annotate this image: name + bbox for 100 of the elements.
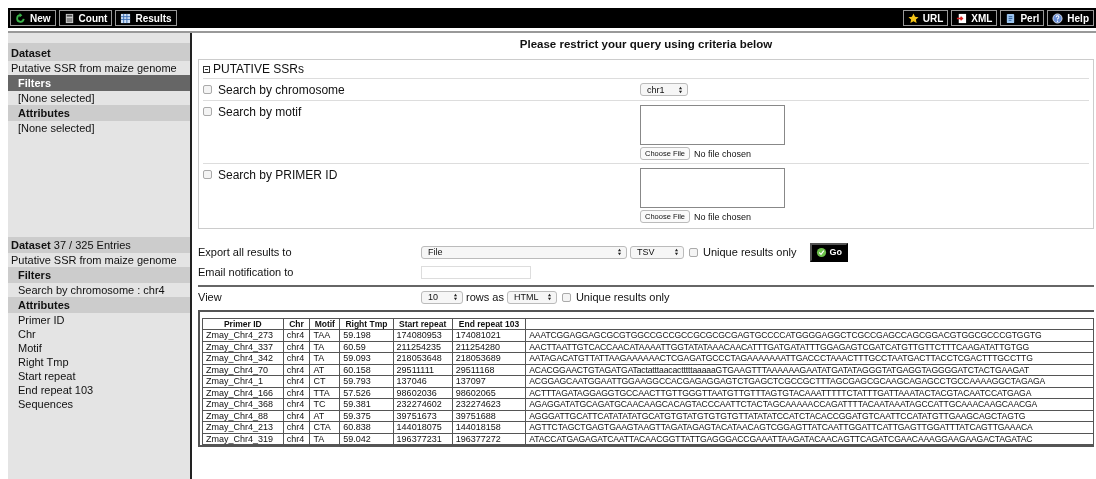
rows-as-label: rows as xyxy=(466,291,504,303)
table-cell: TA xyxy=(309,433,340,445)
updown-icon xyxy=(453,293,458,301)
collapse-icon[interactable] xyxy=(203,65,210,73)
attribute-item: Start repeat xyxy=(17,369,77,383)
check-icon xyxy=(815,246,827,258)
sequence-cell: ATACCATGAGAGATCAATTACAACGGTTATTGAGGGACCGAAATTAAGATACAACAGTTCAGATCGAACAAAGGAAGAAGACTAGATAC xyxy=(525,433,1094,445)
sequence-cell: AGAGGATATGCAGATGCAACAAGCACAGTACCCAATTCTACTAGCAAAAACCAGATTTTACAATAAATAGCCATTGCAAACAAGCAACGA xyxy=(525,398,1094,410)
column-header: Start repeat xyxy=(393,318,453,330)
sequence-cell: ACTTTAGATAGGAGGTGCCAACTTGTTGGGTTAATGTTGTTTAGTGTACAAATTTTTCTATTTGATTAAATACTACGTACAATCCATGAGA xyxy=(525,387,1094,399)
attributes-heading[interactable]: Attributes xyxy=(8,105,190,121)
table-cell: 218053648 xyxy=(393,352,453,364)
sequence-cell: AAATCGGAGGAGCGCGTGGCCGCCGCCGCGCGCGAGTGCCCCATGGGGAGGCTCGCCGAGCCAGCGGACGTGGCGCCCGTGGTG xyxy=(525,329,1094,341)
table-cell: CT xyxy=(309,375,340,387)
toolbar-button[interactable]: XML xyxy=(951,10,998,26)
table-cell: TAA xyxy=(309,329,340,341)
sequence-cell: AACTTAATTGTCACCAACATAAAATTGGTATATAAACAACATTTGATGATATTTGGAGAGTCGATCATGTTGTTCTTTCAAGATATTGTGG xyxy=(525,341,1094,353)
destination-select[interactable]: File xyxy=(421,245,627,259)
format-select[interactable]: HTML xyxy=(506,290,557,304)
toolbar-button[interactable]: Results xyxy=(115,10,177,26)
unique-label: Unique results only xyxy=(703,246,797,258)
table-cell: chr4 xyxy=(283,341,310,353)
dataset-name: Putative SSR from maize genome xyxy=(10,61,178,75)
updown-icon xyxy=(678,85,683,94)
table-cell: 98602065 xyxy=(452,387,526,399)
table-cell: TA xyxy=(309,352,340,364)
dataset-heading[interactable]: Dataset 37 / 325 Entries xyxy=(8,237,190,253)
chromosome-select[interactable]: chr1 xyxy=(640,83,688,96)
help-icon xyxy=(1052,12,1064,24)
table-cell: 211254280 xyxy=(452,341,526,353)
export-label: Export all results to xyxy=(198,246,293,258)
table-cell: chr4 xyxy=(283,387,310,399)
toolbar-button[interactable]: New xyxy=(10,10,56,26)
table-cell: AT xyxy=(309,364,340,376)
format-select[interactable]: TSV xyxy=(630,245,684,259)
go-button[interactable]: Go xyxy=(809,242,849,262)
checkbox[interactable] xyxy=(561,292,571,302)
column-header: Primer ID xyxy=(202,318,284,330)
scroll-icon xyxy=(1005,12,1017,24)
attribute-item: Primer ID xyxy=(17,313,66,327)
help-button[interactable]: Help xyxy=(1047,10,1094,26)
column-header: End repeat 103 xyxy=(452,318,526,330)
table-cell: TC xyxy=(309,398,340,410)
attributes-heading[interactable]: Attributes xyxy=(8,297,190,313)
refresh-icon xyxy=(15,12,26,24)
table-cell: 196377231 xyxy=(393,433,453,445)
table-cell: chr4 xyxy=(283,352,310,364)
document-icon xyxy=(956,12,968,24)
dataset-heading[interactable]: Dataset xyxy=(8,43,190,61)
toolbar-button[interactable]: Perl xyxy=(1000,10,1045,26)
sequence-cell: ACGGAGCAATGGAATTGGAAGGCCACGAGAGGAGTCTGAGCTCGCCGCTTTAGCGAGCGCAAGCAGAGCCTGCCAAAAGGCTAGAGA xyxy=(525,375,1094,387)
filter-item: Search by chromosome : chr4 xyxy=(17,283,166,297)
input-field[interactable] xyxy=(640,105,785,145)
table-cell: 196377272 xyxy=(452,433,526,445)
table-cell: Zmay_Chr4_319 xyxy=(202,433,284,445)
updown-icon xyxy=(674,248,679,256)
table-cell: 29511168 xyxy=(452,364,526,376)
table-cell: chr4 xyxy=(283,398,310,410)
filter-label: Search by PRIMER ID xyxy=(218,168,338,182)
table-cell: 232274602 xyxy=(393,398,453,410)
file-status: No file chosen xyxy=(694,148,752,159)
table-cell: 59.093 xyxy=(339,352,394,364)
table-cell: 218053689 xyxy=(452,352,526,364)
column-header: Chr xyxy=(283,318,310,330)
unique-label: Unique results only xyxy=(575,291,670,303)
table-cell: 98602036 xyxy=(393,387,453,399)
checkbox[interactable] xyxy=(203,85,212,94)
page-heading: Please restrict your query using criteria below xyxy=(518,38,774,50)
table-cell: 60.838 xyxy=(339,421,394,433)
sequence-cell: AGTTCTAGCTGAGTGAAGTAAGTTAGATAGAGTACATAACAGTCGGAGTTATCAATTGGATTCATTGAGTTGGATTTATCAGTTGAAACA xyxy=(525,421,1094,433)
table-cell: AT xyxy=(309,410,340,422)
table-cell: 59.042 xyxy=(339,433,394,445)
table-cell: 57.526 xyxy=(339,387,394,399)
toolbar-button[interactable]: Count xyxy=(58,10,113,26)
attribute-item: Right Tmp xyxy=(17,355,70,369)
filters-heading[interactable]: Filters xyxy=(8,267,190,283)
email-field[interactable] xyxy=(421,265,531,279)
rows-select[interactable]: 10 xyxy=(421,290,463,304)
checkbox[interactable] xyxy=(203,107,212,116)
table-cell: 232274623 xyxy=(452,398,526,410)
table-cell: 59.375 xyxy=(339,410,394,422)
checkbox[interactable] xyxy=(689,247,698,257)
checkbox[interactable] xyxy=(203,170,212,179)
email-label: Email notification to xyxy=(198,266,295,278)
filter-item: [None selected] xyxy=(17,91,96,105)
table-cell: Zmay_Chr4_70 xyxy=(202,364,284,376)
table-cell: chr4 xyxy=(283,364,310,376)
dataset-name: Putative SSR from maize genome xyxy=(10,253,178,267)
table-cell: 137046 xyxy=(393,375,453,387)
column-header: Right Tmp xyxy=(339,318,394,330)
table-cell: TTA xyxy=(309,387,340,399)
table-cell: chr4 xyxy=(283,375,310,387)
input-field[interactable] xyxy=(640,168,785,208)
table-cell: TA xyxy=(309,341,340,353)
filters-heading[interactable]: Filters xyxy=(8,75,190,91)
updown-icon xyxy=(546,293,552,301)
toolbar-button[interactable]: URL xyxy=(902,10,949,26)
table-cell: chr4 xyxy=(283,421,310,433)
file-status: No file chosen xyxy=(694,211,752,222)
filter-label: Search by motif xyxy=(218,105,302,119)
